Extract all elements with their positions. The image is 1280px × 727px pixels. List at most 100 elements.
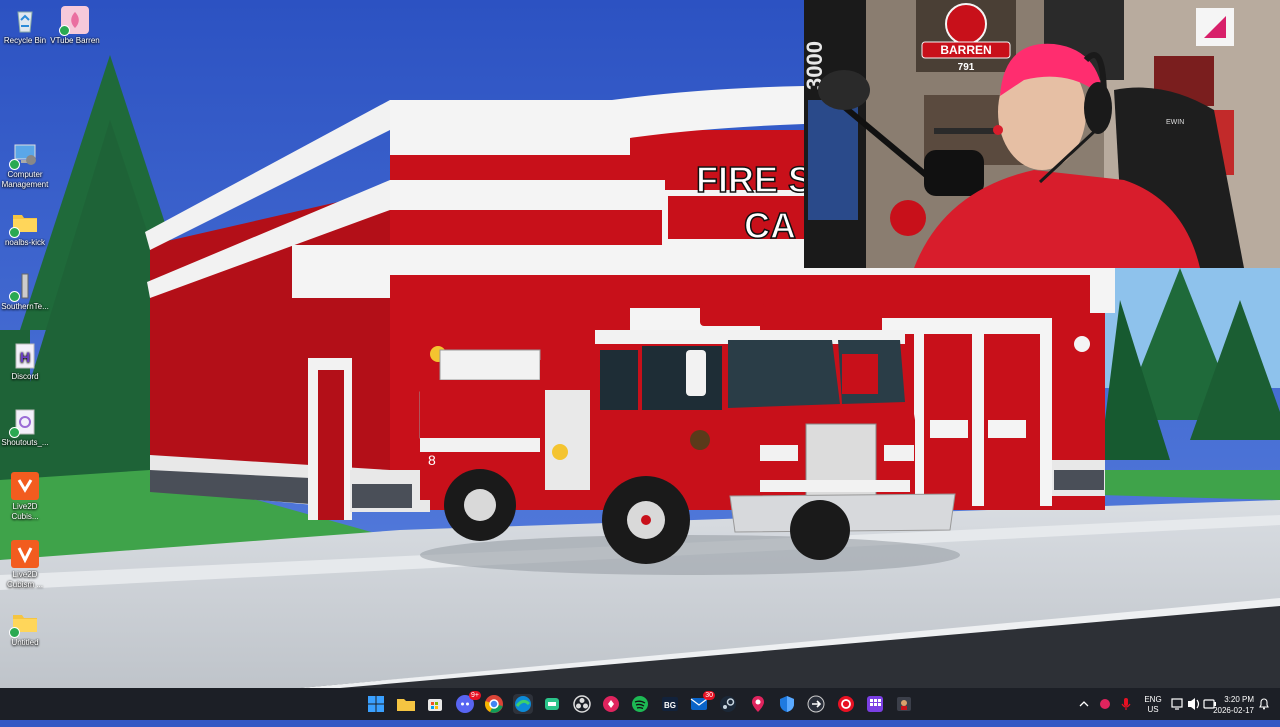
taskbar-store[interactable]	[425, 694, 445, 714]
taskbar-outlook[interactable]: 30	[689, 691, 715, 714]
taskbar-spotify[interactable]	[630, 694, 650, 714]
taskbar-steam[interactable]	[718, 694, 738, 714]
webcam-overlay: 3000 BARREN 791 EWIN	[804, 0, 1280, 268]
microphone-tray-icon[interactable]	[1118, 688, 1134, 720]
desktop-icon-label: Discord	[11, 372, 39, 381]
live2d-icon	[11, 472, 39, 500]
side-door	[318, 370, 344, 520]
region-text: US	[1147, 705, 1159, 714]
desktop-icon-southernte[interactable]: SouthernTe...	[0, 272, 50, 312]
taskbar-app-arrow[interactable]	[806, 694, 826, 714]
arrow-app-icon	[807, 695, 825, 713]
discord-file-icon: H	[11, 342, 39, 370]
taskbar: 9+ BG 30 ENG US 3:20 PM 2026-02-17	[0, 688, 1280, 720]
taskbar-obs[interactable]	[572, 694, 592, 714]
desktop-icon-discord[interactable]: H Discord	[0, 342, 50, 382]
shield-icon	[780, 696, 794, 712]
station-cornice	[390, 100, 630, 155]
taskbar-maps[interactable]	[748, 694, 768, 714]
clock-time: 3:20 PM	[1224, 695, 1254, 704]
map-pin-icon	[752, 696, 764, 712]
bell-icon	[1259, 698, 1269, 710]
bg-app-icon: BG	[662, 697, 678, 711]
chair-brand: EWIN	[1166, 119, 1184, 126]
record-app-icon	[838, 696, 854, 712]
recycle-bin-icon	[11, 6, 39, 34]
windows-icon	[368, 696, 384, 712]
spotify-icon	[632, 696, 648, 712]
taskbar-chrome[interactable]	[484, 694, 504, 714]
folder-icon	[9, 608, 39, 638]
svg-text:H: H	[20, 349, 30, 365]
taskbar-discord[interactable]: 9+	[455, 691, 481, 714]
show-hidden-icons-button[interactable]	[1076, 688, 1092, 720]
clock[interactable]: 3:20 PM 2026-02-17	[1206, 688, 1254, 726]
folder-icon	[9, 208, 39, 238]
bay-window-2	[988, 420, 1026, 438]
chevron-up-icon	[1079, 701, 1089, 707]
taskbar-app-purple[interactable]	[865, 694, 885, 714]
desktop-icon-live2d-cubism-1[interactable]: Live2D Cubis...	[0, 472, 50, 522]
chat-app-icon	[545, 698, 559, 710]
taskbar-file-explorer[interactable]	[396, 694, 416, 714]
station-band-2-left	[292, 272, 390, 298]
station-stone-front	[352, 484, 412, 508]
taskbar-bg-app[interactable]: BG	[660, 694, 680, 714]
desktop-icon-vtube[interactable]: VTube Barren	[50, 6, 100, 46]
notifications-button[interactable]	[1256, 688, 1272, 720]
taskbar-app-green[interactable]	[542, 694, 562, 714]
desktop-icon-label: VTube Barren	[50, 36, 100, 45]
desktop-icon-label: noalbs-kick	[4, 238, 45, 247]
store-icon	[428, 699, 442, 711]
streaming-app-icon	[603, 696, 619, 712]
taskbar-app-dark[interactable]	[894, 694, 914, 714]
taskbar-edge[interactable]	[513, 694, 533, 714]
desktop-icon-label: SouthernTe...	[1, 302, 49, 311]
vtube-studio-icon	[59, 6, 89, 36]
outlook-badge: 30	[703, 691, 715, 700]
channel-logo-text: BARREN	[940, 43, 991, 57]
station-band-right	[1090, 275, 1115, 313]
desktop-icon-shoutouts[interactable]: Shoutouts_...	[0, 408, 50, 448]
desktop-icon-label: Computer Management	[1, 170, 49, 189]
language-indicator[interactable]: ENG US	[1140, 688, 1166, 727]
bg-app-label: BG	[664, 701, 676, 710]
clock-date: 2026-02-17	[1213, 706, 1254, 715]
chrome-icon	[485, 695, 503, 713]
desktop-icon-untitled[interactable]: Untitled	[0, 608, 50, 648]
sign-text-1: FIRE S	[696, 159, 812, 200]
wall-light-right	[1074, 336, 1090, 352]
desktop-icon-label: Shoutouts_...	[1, 438, 49, 447]
desktop-icon-label: Live2D Cubis...	[11, 502, 39, 521]
taskbar-app-pink[interactable]	[601, 694, 621, 714]
microphone-icon	[1121, 698, 1131, 710]
live2d-viewer-icon	[11, 540, 39, 568]
grid-app-icon	[867, 696, 883, 712]
steam-icon	[720, 696, 736, 712]
edge-icon	[515, 696, 531, 712]
bay-2-divider-2	[972, 334, 984, 506]
grass-right	[1100, 470, 1280, 500]
obs-icon	[573, 695, 591, 713]
file-icon	[9, 272, 39, 302]
desktop-icon-noalbs-kick[interactable]: noalbs-kick	[0, 208, 50, 248]
bay-window-1	[930, 420, 968, 438]
desktop-icon-recycle-bin[interactable]: Recycle Bin	[0, 6, 50, 46]
channel-logo-number: 791	[958, 62, 975, 73]
tray-app-icon	[1100, 699, 1110, 709]
desktop-icon-live2d-cubism-2[interactable]: Live2D Cubism ...	[0, 540, 50, 590]
desktop-icon-label: Recycle Bin	[3, 36, 47, 45]
taskbar-defender[interactable]	[777, 694, 797, 714]
station-band-1	[390, 180, 665, 210]
document-icon	[9, 408, 39, 438]
computer-management-icon	[9, 140, 39, 170]
discord-badge: 9+	[469, 691, 481, 700]
desktop-icon-label: Live2D Cubism ...	[6, 570, 43, 589]
folder-icon	[397, 699, 415, 711]
tray-app-icon[interactable]	[1097, 688, 1113, 720]
start-button[interactable]	[366, 694, 386, 714]
language-text: ENG	[1144, 695, 1162, 704]
station-stone-right	[1054, 470, 1104, 490]
taskbar-app-red[interactable]	[836, 694, 856, 714]
desktop-icon-computer-management[interactable]: Computer Management	[0, 140, 50, 190]
